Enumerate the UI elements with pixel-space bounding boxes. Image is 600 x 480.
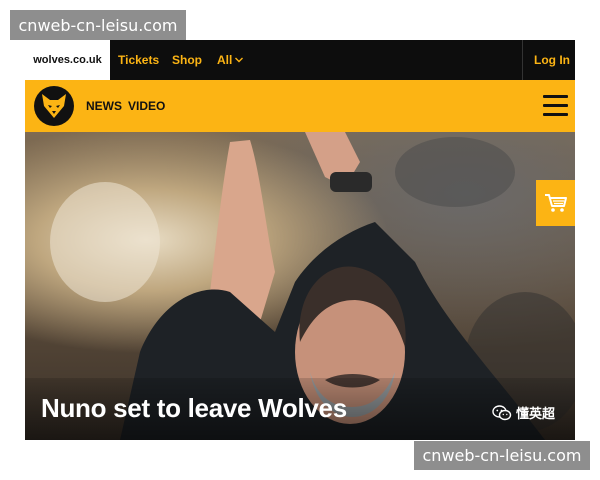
wechat-icon xyxy=(492,404,512,420)
all-menu[interactable]: All xyxy=(217,40,244,80)
wolf-logo-icon xyxy=(42,94,66,118)
shopping-cart-icon xyxy=(544,194,567,212)
website-frame: wolves.co.uk Tickets Shop All Log In NEW… xyxy=(25,40,575,440)
account-watermark: 懂英超 xyxy=(492,403,555,422)
tickets-link[interactable]: Tickets xyxy=(118,40,159,80)
topbar-divider xyxy=(522,40,523,80)
nav-news[interactable]: NEWS xyxy=(86,80,122,132)
account-label: 懂英超 xyxy=(516,406,556,421)
watermark-bottom: cnweb-cn-leisu.com xyxy=(414,441,590,470)
watermark-top: cnweb-cn-leisu.com xyxy=(10,10,186,40)
site-tab-label: wolves.co.uk xyxy=(33,54,102,66)
shop-link[interactable]: Shop xyxy=(172,40,202,80)
shop-cart-button[interactable] xyxy=(536,180,575,226)
hero-headline[interactable]: Nuno set to leave Wolves xyxy=(41,393,347,424)
hamburger-menu-icon[interactable] xyxy=(543,95,568,117)
wolves-logo[interactable] xyxy=(34,86,74,126)
all-menu-label: All xyxy=(217,53,233,67)
login-link[interactable]: Log In xyxy=(534,40,570,80)
top-bar: wolves.co.uk Tickets Shop All Log In xyxy=(25,40,575,80)
chevron-down-icon xyxy=(235,57,244,63)
main-nav-bar: NEWS VIDEO xyxy=(25,80,575,132)
hero-banner[interactable]: Nuno set to leave Wolves 懂英超 xyxy=(25,132,575,440)
site-tab[interactable]: wolves.co.uk xyxy=(25,40,110,80)
nav-video[interactable]: VIDEO xyxy=(128,80,165,132)
